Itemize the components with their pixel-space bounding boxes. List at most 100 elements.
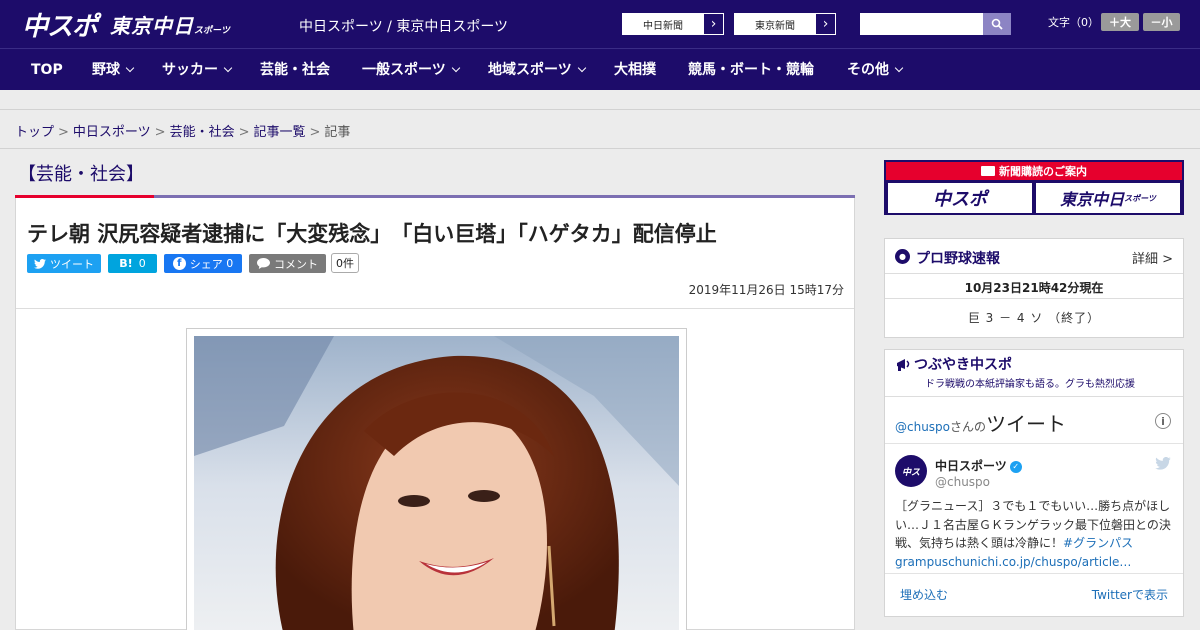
search-button[interactable] (983, 13, 1011, 35)
font-larger-button[interactable]: ＋大 (1101, 13, 1139, 31)
tweet-link[interactable]: grampuschunichi.co.jp/chuspo/article… (895, 555, 1131, 569)
comment-label: コメント (274, 257, 318, 271)
embed-link[interactable]: 埋め込む (900, 586, 948, 603)
article-headline: テレ朝 沢尻容疑者逮捕に「大変残念」 「白い巨塔」「ハゲタカ」配信停止 (27, 222, 717, 246)
chunichi-shimbun-label: 中日新聞 (643, 20, 683, 32)
hatena-count: 0 (138, 257, 146, 270)
baseball-panel-header: ● プロ野球速報 詳細 > (885, 239, 1183, 274)
facebook-share-label: シェア (189, 257, 223, 271)
nav-item-entertainment[interactable]: 芸能・社会 (260, 49, 330, 91)
facebook-share-count: 0 (226, 257, 234, 270)
tweets-panel-subtitle: ドラ戦戦の本紙評論家も語る。グラも熱烈応援 (925, 379, 1135, 390)
top-header: 中スポ 東京中日スポーツ 中日スポーツ / 東京中日スポーツ 中日新聞 › 東京… (0, 0, 1200, 48)
tweet-author-name[interactable]: 中日スポーツ ✓ (935, 457, 1022, 474)
speech-bubble-icon (257, 258, 270, 269)
divider (16, 308, 854, 309)
twitter-bird-icon[interactable] (1155, 457, 1171, 470)
nav-item-soccer[interactable]: サッカー (162, 49, 233, 91)
divider (885, 573, 1183, 574)
newspaper-icon (981, 166, 995, 176)
megaphone-icon (897, 359, 910, 371)
article-card: テレ朝 沢尻容疑者逮捕に「大変残念」 「白い巨塔」「ハゲタカ」配信停止 ツイート… (15, 198, 855, 630)
site-title: 中日スポーツ / 東京中日スポーツ (299, 19, 509, 35)
article-photo[interactable] (194, 336, 679, 630)
view-on-twitter-link[interactable]: Twitterで表示 (1092, 586, 1168, 603)
ad-strip (0, 90, 1200, 110)
breadcrumb-bar: トップ > 中日スポーツ > 芸能・社会 > 記事一覧 > 記事 (0, 111, 1200, 149)
tokyo-shimbun-label: 東京新聞 (755, 20, 795, 32)
twitter-bird-icon (34, 258, 46, 269)
tweet-label: ツイート (50, 257, 94, 271)
tokyo-chunichi-logo[interactable]: 東京中日スポーツ (110, 10, 230, 39)
breadcrumb-sep: > (309, 125, 321, 140)
hatena-bookmark-button[interactable]: B! 0 (108, 254, 157, 273)
tweet-author-handle[interactable]: @chuspo (935, 475, 990, 489)
baseball-detail-link[interactable]: 詳細 > (1132, 248, 1173, 267)
tokyo-chunichi-logo-small: スポーツ (194, 26, 230, 36)
tokyo-shimbun-link[interactable]: 東京新聞 › (734, 13, 836, 35)
nav-item-label: 野球 (92, 62, 120, 78)
tokyo-chunichi-logo-text: 東京中日 (110, 14, 194, 38)
search-icon (991, 18, 1003, 30)
tweet-author-name-text: 中日スポーツ (935, 459, 1007, 473)
baseball-panel-title: プロ野球速報 (916, 251, 1000, 267)
avatar[interactable]: 中ス (895, 455, 927, 487)
nav-item-top[interactable]: TOP (31, 49, 63, 91)
twitter-panel: つぶやき中スポ ドラ戦戦の本紙評論家も語る。グラも熱烈応援 @chuspoさんの… (884, 349, 1184, 617)
subscribe-tokyo-chunichi[interactable]: 東京中日 スポーツ (1036, 183, 1180, 213)
nav-item-label: 大相撲 (614, 62, 656, 78)
article-date: 2019年11月26日 15時17分 (688, 283, 844, 297)
chevron-down-icon (223, 63, 233, 73)
breadcrumb: トップ > 中日スポーツ > 芸能・社会 > 記事一覧 > 記事 (15, 121, 350, 140)
breadcrumb-article-list[interactable]: 記事一覧 (254, 125, 306, 140)
subscribe-tokyo-chunichi-small: スポーツ (1124, 193, 1156, 203)
subscribe-chuspo[interactable]: 中スポ (888, 183, 1032, 213)
nav-item-label: 芸能・社会 (260, 62, 330, 78)
nav-item-general-sports[interactable]: 一般スポーツ (362, 49, 460, 91)
nav-item-sumo[interactable]: 大相撲 (614, 49, 656, 91)
font-size-label: 文字（0） (1048, 16, 1099, 29)
nav-item-racing[interactable]: 競馬・ボート・競輪 (688, 49, 814, 91)
baseball-score-panel: ● プロ野球速報 詳細 > 10月23日21時42分現在 巨 3 － 4 ソ （… (884, 238, 1184, 338)
breadcrumb-chunichi-sports[interactable]: 中日スポーツ (73, 125, 151, 140)
facebook-share-button[interactable]: f シェア 0 (164, 254, 242, 273)
chevron-down-icon (894, 63, 904, 73)
subscription-header: 新聞購読のご案内 (886, 162, 1182, 180)
tweets-by-user-handle[interactable]: @chuspo (895, 420, 950, 434)
nav-item-label: その他 (847, 62, 889, 78)
subscription-header-text: 新聞購読のご案内 (999, 165, 1087, 178)
chunichi-shimbun-link[interactable]: 中日新聞 › (622, 13, 724, 35)
nav-item-label: 競馬・ボート・競輪 (688, 62, 814, 78)
breadcrumb-entertainment[interactable]: 芸能・社会 (170, 125, 235, 140)
search-input[interactable] (860, 13, 983, 35)
breadcrumb-sep: > (58, 125, 69, 140)
divider (885, 443, 1183, 444)
subscribe-tokyo-chunichi-text: 東京中日 (1060, 190, 1125, 209)
breadcrumb-sep: > (154, 125, 166, 140)
chevron-down-icon (577, 63, 586, 73)
tweet-button[interactable]: ツイート (27, 254, 101, 273)
baseball-update-time: 10月23日21時42分現在 (964, 281, 1104, 295)
font-smaller-button[interactable]: －小 (1143, 13, 1180, 31)
nav-item-label: 一般スポーツ (362, 62, 446, 78)
tweet-hashtag[interactable]: #グランパス (1063, 536, 1133, 550)
nav-item-other[interactable]: その他 (847, 49, 904, 91)
nav-item-label: サッカー (162, 62, 218, 78)
chuspo-logo[interactable]: 中スポ (22, 6, 98, 43)
verified-badge-icon: ✓ (1009, 460, 1022, 473)
tweets-by-user-suffix: さんの (950, 420, 987, 434)
nav-item-baseball[interactable]: 野球 (92, 49, 135, 91)
chevron-right-icon: › (703, 14, 723, 34)
comment-button[interactable]: コメント (249, 254, 326, 273)
tweet-text: ［グラニュース］３でも１でもいい…勝ち点がほしい…Ｊ１名古屋ＧＫランゲラック最下… (895, 497, 1175, 571)
info-icon[interactable]: i (1155, 413, 1171, 429)
baseball-score[interactable]: 巨 3 － 4 ソ （終了） (885, 309, 1183, 326)
comment-count: 0件 (331, 253, 359, 273)
nav-item-local-sports[interactable]: 地域スポーツ (488, 49, 586, 91)
subscription-banner[interactable]: 新聞購読のご案内 中スポ 東京中日 スポーツ (884, 160, 1184, 215)
breadcrumb-top[interactable]: トップ (15, 125, 54, 140)
tweets-panel-title: つぶやき中スポ (914, 357, 1012, 373)
tweets-by-user: @chuspoさんのツイート (895, 408, 1066, 437)
breadcrumb-sep: > (238, 125, 250, 140)
chevron-down-icon (451, 63, 460, 73)
